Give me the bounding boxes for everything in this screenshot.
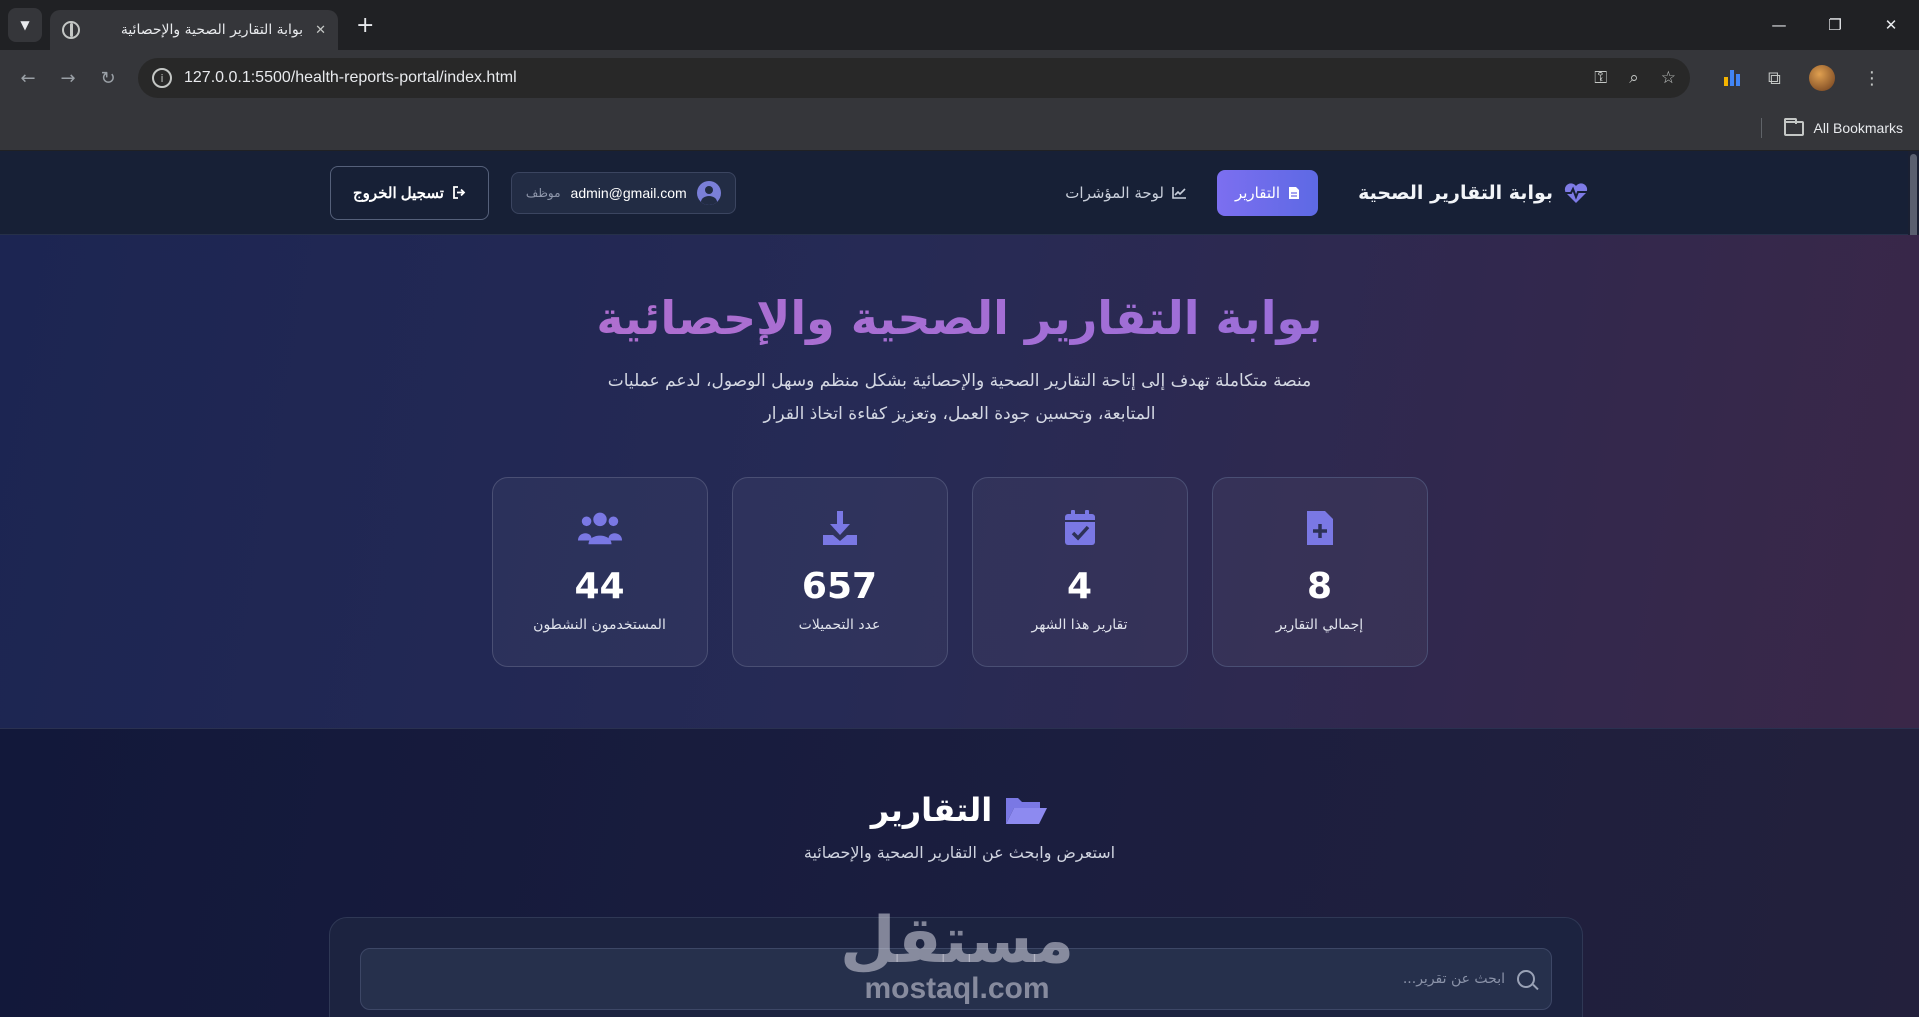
forward-icon[interactable]: → xyxy=(48,68,88,89)
heart-pulse-icon xyxy=(1563,182,1589,204)
search-input[interactable] xyxy=(377,971,1505,987)
brand-name: بوابة التقارير الصحية xyxy=(1358,181,1553,204)
tab-title: بوابة التقارير الصحية والإحصائية xyxy=(120,22,304,38)
reports-subtitle: استعرض وابحث عن التقارير الصحية والإحصائ… xyxy=(803,843,1116,862)
close-window-icon[interactable]: ✕ xyxy=(1863,0,1919,50)
search-panel xyxy=(329,917,1583,1017)
address-bar[interactable]: i 127.0.0.1:5500/health-reports-portal/i… xyxy=(138,58,1690,98)
search-icon xyxy=(1517,970,1535,988)
bookmarks-divider xyxy=(1760,118,1762,138)
page-viewport: بوابة التقارير الصحية التقارير لوحة المؤ… xyxy=(0,151,1919,1017)
stat-card-active-users: 44 المستخدمون النشطون xyxy=(491,477,708,667)
file-icon xyxy=(1289,186,1300,199)
folder-open-icon xyxy=(1006,798,1048,824)
stat-value: 8 xyxy=(1306,566,1333,607)
stats-grid: 8 إجمالي التقارير 4 تقارير هذا الشهر 657… xyxy=(0,477,1919,667)
user-chip[interactable]: admin@gmail.com موظف xyxy=(510,171,736,214)
users-icon xyxy=(577,508,623,548)
logout-label: تسجيل الخروج xyxy=(353,184,444,202)
stat-label: المستخدمون النشطون xyxy=(533,617,666,633)
bookmarks-bar: All Bookmarks xyxy=(0,106,1919,151)
bookmark-star-icon[interactable]: ☆ xyxy=(1661,68,1676,88)
stat-card-downloads: 657 عدد التحميلات xyxy=(731,477,948,667)
chart-line-icon xyxy=(1172,187,1186,199)
extensions-icon[interactable]: ⧉ xyxy=(1768,68,1781,89)
stat-value: 657 xyxy=(801,566,878,607)
window-controls: — ❐ ✕ xyxy=(1751,0,1919,50)
all-bookmarks-link[interactable]: All Bookmarks xyxy=(1814,120,1903,136)
file-plus-icon xyxy=(1297,508,1343,548)
folder-icon[interactable] xyxy=(1783,117,1804,136)
reports-title: التقارير xyxy=(0,729,1919,829)
tab-search-button[interactable]: ▼ xyxy=(8,8,42,42)
browser-tab-strip: ▼ ✕ بوابة التقارير الصحية والإحصائية + —… xyxy=(0,0,1919,50)
stat-label: عدد التحميلات xyxy=(798,617,881,633)
hero-title: بوابة التقارير الصحية والإحصائية xyxy=(0,235,1919,345)
stat-card-monthly-reports: 4 تقارير هذا الشهر xyxy=(971,477,1188,667)
reports-section: التقارير استعرض وابحث عن التقارير الصحية… xyxy=(0,729,1919,1017)
user-email: admin@gmail.com xyxy=(570,184,687,201)
analytics-extension-icon[interactable] xyxy=(1724,70,1740,86)
search-box[interactable] xyxy=(360,948,1552,1010)
logout-button[interactable]: تسجيل الخروج xyxy=(330,165,489,220)
download-icon xyxy=(817,508,863,548)
nav-reports-label: التقارير xyxy=(1234,183,1281,202)
nav-dashboard-label: لوحة المؤشرات xyxy=(1065,183,1164,202)
nav-reports[interactable]: التقارير xyxy=(1216,169,1319,216)
profile-avatar[interactable] xyxy=(1808,65,1835,91)
site-info-icon[interactable]: i xyxy=(152,68,172,88)
address-bar-row: ← → ↻ i 127.0.0.1:5500/health-reports-po… xyxy=(0,50,1919,106)
stat-value: 44 xyxy=(574,566,625,607)
tab-close-icon[interactable]: ✕ xyxy=(315,23,326,38)
url-text[interactable]: 127.0.0.1:5500/health-reports-portal/ind… xyxy=(184,69,1594,87)
main-nav: التقارير لوحة المؤشرات xyxy=(1065,169,1319,216)
site-brand[interactable]: بوابة التقارير الصحية xyxy=(1358,182,1589,204)
new-tab-button[interactable]: + xyxy=(356,13,374,38)
user-role: موظف xyxy=(525,185,561,200)
stat-card-total-reports: 8 إجمالي التقارير xyxy=(1211,477,1428,667)
menu-icon[interactable]: ⋮ xyxy=(1863,68,1881,89)
hero-subtitle: منصة متكاملة تهدف إلى إتاحة التقارير الص… xyxy=(607,371,1312,424)
site-header: بوابة التقارير الصحية التقارير لوحة المؤ… xyxy=(0,151,1919,235)
logout-icon xyxy=(453,186,466,199)
key-icon[interactable]: ⚿ xyxy=(1594,68,1607,88)
browser-tab[interactable]: ✕ بوابة التقارير الصحية والإحصائية xyxy=(50,10,338,50)
hero-section: بوابة التقارير الصحية والإحصائية منصة مت… xyxy=(0,235,1919,729)
globe-icon xyxy=(62,21,80,39)
nav-dashboard[interactable]: لوحة المؤشرات xyxy=(1065,184,1187,202)
restore-icon[interactable]: ❐ xyxy=(1807,0,1863,50)
stat-value: 4 xyxy=(1066,566,1093,607)
stat-label: تقارير هذا الشهر xyxy=(1031,617,1128,633)
reload-icon[interactable]: ↻ xyxy=(88,68,128,89)
reports-title-text: التقارير xyxy=(870,791,993,829)
zoom-icon[interactable]: ⌕ xyxy=(1629,68,1639,88)
back-icon[interactable]: ← xyxy=(8,68,48,89)
calendar-check-icon xyxy=(1057,508,1103,548)
header-user-area: admin@gmail.com موظف تسجيل الخروج xyxy=(330,165,736,220)
minimize-icon[interactable]: — xyxy=(1751,0,1807,50)
user-circle-icon xyxy=(696,180,721,205)
stat-label: إجمالي التقارير xyxy=(1275,617,1364,633)
